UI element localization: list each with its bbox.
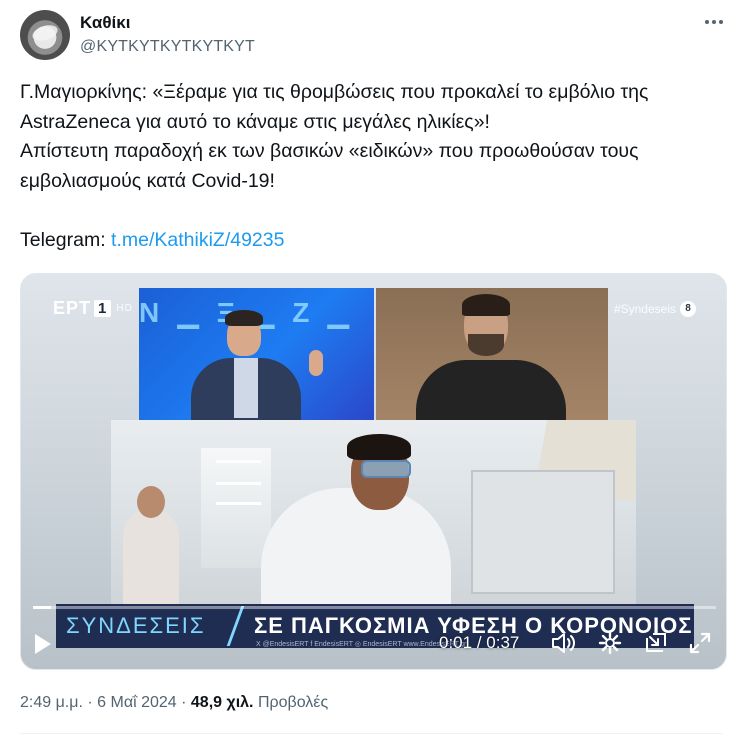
tweet-line: εμβολιασμούς κατά Covid-19! xyxy=(20,169,275,192)
guest-body xyxy=(416,360,566,420)
divider xyxy=(20,733,723,734)
ceiling-light xyxy=(216,460,261,463)
lab-corridor xyxy=(201,448,271,568)
lab-worker-body xyxy=(123,508,179,605)
play-icon[interactable] xyxy=(35,634,51,654)
fullscreen-icon[interactable] xyxy=(686,629,714,657)
scientist-body xyxy=(261,488,451,605)
show-hashtag: #Syndeseis xyxy=(613,302,676,316)
more-options-icon[interactable] xyxy=(705,12,723,32)
guest-hair xyxy=(462,294,510,316)
tweet-text: Γ.Μαγιορκίνης: «Ξέραμε για τις θρομβώσει… xyxy=(20,78,725,255)
video-progress-bar[interactable] xyxy=(33,606,716,609)
progress-fill xyxy=(33,606,52,609)
current-time: 0:01 xyxy=(439,633,473,652)
banner-footer: X @EndesisERT f EndesisERT ◎ EndesisERT … xyxy=(256,641,467,648)
video-time: 0:01 / 0:37 xyxy=(439,633,519,653)
views-label: Προβολές xyxy=(257,694,329,711)
banner-brand: ΣΥΝΔΕΣΕΙΣ xyxy=(66,613,206,638)
volume-icon[interactable] xyxy=(549,629,577,657)
anchor-shirt xyxy=(234,358,258,418)
channel-number: 1 xyxy=(94,300,112,317)
settings-gear-icon[interactable] xyxy=(596,629,624,657)
ceiling-light xyxy=(216,482,261,485)
channel-hd: HD xyxy=(116,303,133,314)
lab-worker-head xyxy=(137,486,165,518)
scientist-hair xyxy=(347,434,411,460)
scientist-goggles xyxy=(361,460,411,478)
time-separator: / xyxy=(476,633,482,652)
ceiling-light xyxy=(216,502,261,505)
lab-machine xyxy=(471,470,615,594)
banner-slash xyxy=(226,606,245,646)
tweet-line: Γ.Μαγιορκίνης: «Ξέραμε για τις θρομβώσει… xyxy=(20,81,649,103)
post-date[interactable]: 6 Μαΐ 2024 xyxy=(97,694,177,711)
meta-separator: · xyxy=(181,694,187,711)
duration: 0:37 xyxy=(486,633,520,652)
anchor-hand xyxy=(309,350,323,376)
channel-name: ΕΡΤ xyxy=(53,298,92,318)
age-rating-badge: 8 xyxy=(680,301,696,317)
channel-logo: ΕΡΤ 1 HD xyxy=(53,298,133,319)
views-count: 48,9 χιλ. xyxy=(190,694,254,711)
telegram-label: Telegram: xyxy=(20,228,106,251)
pot-avatar-icon[interactable] xyxy=(20,10,70,60)
tweet-meta: 2:49 μ.μ. · 6 Μαΐ 2024 · 48,9 χιλ. Προβο… xyxy=(20,694,328,712)
picture-in-picture-icon[interactable] xyxy=(642,629,670,657)
author-name[interactable]: Καθίκι xyxy=(80,13,130,33)
tweet-line: AstraZeneca για αυτό το κάναμε στις μεγά… xyxy=(20,110,490,133)
post-time[interactable]: 2:49 μ.μ. xyxy=(20,694,83,711)
meta-separator: · xyxy=(87,694,93,711)
tweet-line: Απίστευτη παραδοχή εκ των βασικών «ειδικ… xyxy=(20,140,639,162)
guest-frame xyxy=(376,288,608,420)
video-player[interactable]: N▁Ξ▁Ζ▁ ΕΡΤ 1 HD #Syndeseis 8 ΣΥΝΔΕΣΕΙΣ xyxy=(20,273,727,670)
avatar-shine xyxy=(30,22,60,44)
telegram-link[interactable]: t.me/KathikiZ/49235 xyxy=(111,229,284,251)
telegram-line: Telegram: t.me/KathikiZ/49235 xyxy=(20,226,725,256)
lab-footage xyxy=(111,420,636,605)
author-handle[interactable]: @ΚΥΤΚΥΤΚΥΤΚΥΤΚΥΤ xyxy=(80,38,255,56)
anchor-hair xyxy=(225,310,263,326)
guest-beard xyxy=(468,334,504,356)
studio-anchor-frame: N▁Ξ▁Ζ▁ xyxy=(139,288,374,420)
